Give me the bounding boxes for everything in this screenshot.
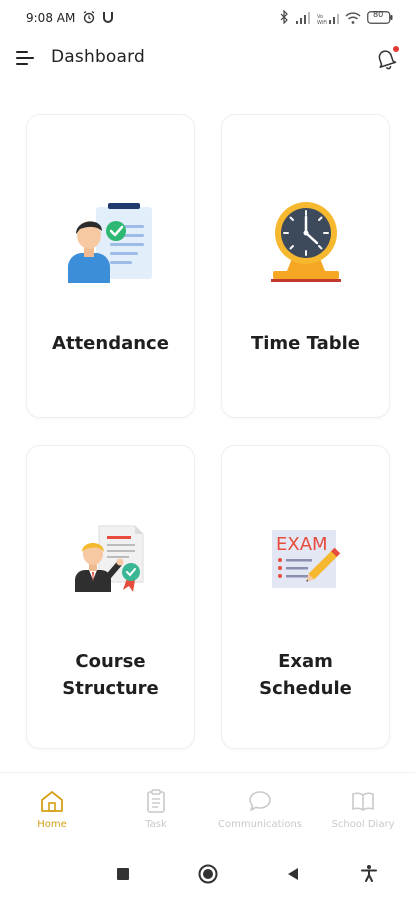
- battery-icon: 80: [367, 9, 393, 28]
- alarm-icon: [82, 9, 96, 28]
- course-structure-card[interactable]: Course Structure: [26, 445, 195, 749]
- chat-bubble-icon: [249, 791, 271, 811]
- timetable-card[interactable]: Time Table: [221, 114, 390, 418]
- course-certificate-illustration-icon: [27, 522, 194, 594]
- attendance-illustration-icon: [27, 201, 194, 285]
- accessibility-icon: [361, 865, 377, 882]
- nav-task[interactable]: Task: [104, 789, 208, 830]
- home-icon: [41, 791, 63, 812]
- exam-schedule-card[interactable]: EXAM Exam Schedule: [221, 445, 390, 749]
- nav-label: School Diary: [331, 819, 395, 830]
- u-app-icon: [102, 9, 114, 28]
- back-button[interactable]: [286, 866, 300, 885]
- nav-label: Communications: [217, 819, 303, 830]
- status-bar: 9:08 AM Vo WiFi 80: [0, 0, 415, 36]
- nav-school-diary[interactable]: School Diary: [311, 789, 415, 830]
- circle-home-icon: [198, 864, 218, 884]
- bottom-navigation: Home Task Communications School Diary: [0, 772, 415, 846]
- signal-icon: [295, 9, 311, 28]
- bluetooth-icon: [279, 9, 289, 28]
- system-navigation-bar: [0, 846, 415, 900]
- svg-text:WiFi: WiFi: [317, 20, 327, 24]
- exam-illustration-icon: EXAM: [222, 526, 389, 594]
- recents-button[interactable]: [116, 866, 130, 885]
- battery-level: 80: [373, 10, 384, 19]
- nav-label: Home: [37, 819, 67, 830]
- status-time: 9:08 AM: [26, 11, 76, 25]
- page-title: Dashboard: [51, 47, 146, 67]
- nav-home[interactable]: Home: [0, 789, 104, 830]
- card-label-line1: Exam: [278, 651, 333, 672]
- accessibility-button[interactable]: [360, 864, 378, 886]
- card-label: Attendance: [52, 333, 169, 354]
- attendance-card[interactable]: Attendance: [26, 114, 195, 418]
- card-label: Time Table: [250, 333, 361, 354]
- wifi-icon: [345, 9, 361, 28]
- square-icon: [117, 868, 129, 880]
- nav-label: Task: [145, 819, 167, 830]
- book-icon: [352, 792, 374, 811]
- task-clipboard-icon: [147, 789, 165, 813]
- home-system-button[interactable]: [198, 864, 218, 888]
- nav-communications[interactable]: Communications: [208, 789, 312, 830]
- exam-icon-text: EXAM: [276, 534, 328, 555]
- card-label-line2: Schedule: [259, 678, 352, 699]
- menu-icon[interactable]: [16, 50, 36, 66]
- notification-button[interactable]: [371, 44, 401, 74]
- notification-dot: [393, 46, 399, 52]
- app-header: Dashboard: [0, 36, 415, 80]
- card-label-line1: Course: [75, 651, 146, 672]
- clock-illustration-icon: [222, 199, 389, 285]
- card-label-line2: Structure: [62, 678, 159, 699]
- back-triangle-icon: [288, 868, 298, 880]
- volte-signal-icon: Vo WiFi: [317, 9, 339, 28]
